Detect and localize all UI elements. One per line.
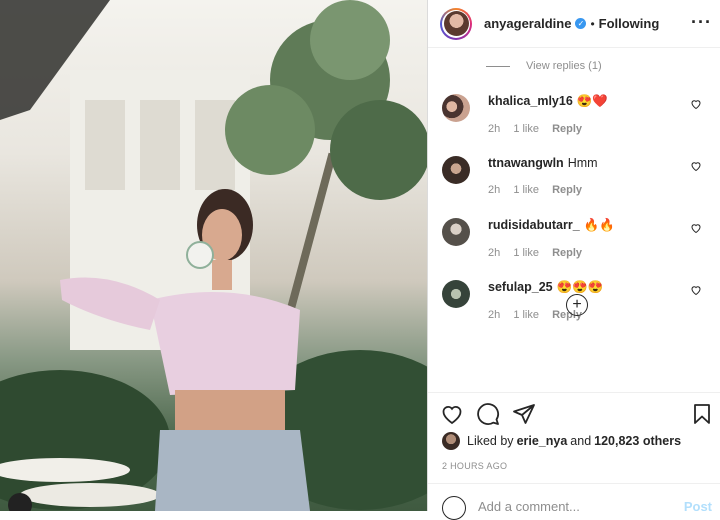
bookmark-icon[interactable] xyxy=(690,402,714,426)
comment-input[interactable]: Add a comment... xyxy=(478,499,580,514)
comment-text: Hmm xyxy=(567,156,598,170)
comment-item: ttnawangwln Hmm 2h 1 like Reply xyxy=(428,146,720,208)
author-avatar[interactable] xyxy=(440,7,472,40)
comment-text: 😍😍😍 xyxy=(556,280,604,294)
commenter-username[interactable]: khalica_mly16 xyxy=(488,94,573,108)
commenter-username[interactable]: sefulap_25 xyxy=(488,280,553,294)
commenter-username[interactable]: ttnawangwln xyxy=(488,156,564,170)
commenter-avatar[interactable] xyxy=(442,280,470,308)
heart-icon[interactable] xyxy=(690,284,702,296)
comment-text: 🔥🔥 xyxy=(583,218,615,232)
emoji-icon[interactable] xyxy=(442,496,466,520)
comment-icon[interactable] xyxy=(476,402,500,426)
likes-count[interactable]: 120,823 others xyxy=(594,434,681,448)
heart-icon[interactable] xyxy=(440,402,464,426)
reply-button[interactable]: Reply xyxy=(552,184,582,196)
post-timestamp[interactable]: 2 HOURS AGO xyxy=(442,461,507,471)
comment-time: 2h xyxy=(488,247,501,259)
ellipsis-icon[interactable]: ··· xyxy=(691,12,712,33)
reply-button[interactable]: Reply xyxy=(552,247,582,259)
commenter-username[interactable]: rudisidabutarr_ xyxy=(488,218,580,232)
comment-likes[interactable]: 1 like xyxy=(513,309,539,321)
add-comment-bar: Add a comment... Post xyxy=(428,483,720,520)
comment-likes[interactable]: 1 like xyxy=(513,184,539,196)
liker-username[interactable]: erie_nya xyxy=(517,434,568,448)
heart-icon[interactable] xyxy=(690,160,702,172)
post-photo[interactable] xyxy=(0,0,427,511)
comment-time: 2h xyxy=(488,309,501,321)
commenter-avatar[interactable] xyxy=(442,218,470,246)
heart-icon[interactable] xyxy=(690,222,702,234)
reply-button[interactable]: Reply xyxy=(552,123,582,135)
photo-illustration xyxy=(0,0,427,511)
comment-likes[interactable]: 1 like xyxy=(513,247,539,259)
commenter-avatar[interactable] xyxy=(442,94,470,122)
comment-text: 😍❤️ xyxy=(576,94,608,108)
view-replies-label[interactable]: View replies (1) xyxy=(526,60,602,72)
view-replies[interactable]: View replies (1) xyxy=(428,48,720,84)
separator-dot: • xyxy=(590,16,595,31)
load-more-comments-icon[interactable]: + xyxy=(566,294,588,316)
post-actions xyxy=(428,392,720,433)
comments-list: View replies (1) khalica_mly16 😍❤️ 2h 1 l… xyxy=(428,48,720,332)
post-header: anyageraldine ✓ • Following ··· xyxy=(428,0,720,48)
comment-time: 2h xyxy=(488,123,501,135)
verified-badge-icon: ✓ xyxy=(575,18,587,29)
share-icon[interactable] xyxy=(512,402,536,426)
following-button[interactable]: Following xyxy=(599,16,660,31)
commenter-avatar[interactable] xyxy=(442,156,470,184)
likes-prefix: Liked by xyxy=(467,434,514,448)
likes-middle: and xyxy=(570,434,592,448)
comment-likes[interactable]: 1 like xyxy=(513,123,539,135)
comment-item: rudisidabutarr_ 🔥🔥 2h 1 like Reply xyxy=(428,208,720,270)
likes-summary: Liked by erie_nya and 120,823 others xyxy=(442,432,684,450)
comment-item: khalica_mly16 😍❤️ 2h 1 like Reply xyxy=(428,84,720,146)
comment-time: 2h xyxy=(488,184,501,196)
heart-icon[interactable] xyxy=(690,98,702,110)
author-username[interactable]: anyageraldine xyxy=(484,16,571,31)
liker-avatar[interactable] xyxy=(442,432,460,450)
post-sidebar: anyageraldine ✓ • Following ··· View rep… xyxy=(427,0,720,520)
post-button[interactable]: Post xyxy=(684,499,712,514)
